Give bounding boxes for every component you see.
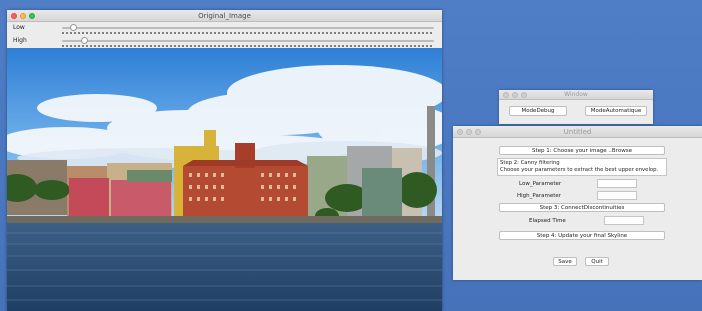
low-slider-ticks [62,32,434,34]
mode-window-titlebar[interactable]: Window [499,90,653,100]
high-parameter-input[interactable] [597,191,637,200]
step2-instructions: Step 2: Canny filtering Choose your para… [497,158,667,176]
stockholm-waterfront-photo [7,48,442,311]
window-title: Window [564,91,588,98]
step4-update-skyline-button[interactable]: Step 4: Update your final Skyline [499,231,665,240]
low-slider-label: Low [13,24,25,31]
elapsed-time-field [604,216,644,225]
step2-title: Step 2: Canny filtering [500,160,560,166]
save-button[interactable]: Save [553,257,577,266]
high-slider[interactable] [62,37,434,44]
mode-window: Window ModeDebug ModeAutomatique [499,90,653,124]
high-slider-row: High [7,35,442,48]
untitled-window: Untitled Step 1: Choose your image ..Bro… [453,126,702,280]
high-slider-knob[interactable] [80,37,88,44]
low-slider-knob[interactable] [69,24,77,31]
high-parameter-label: High_Parameter [517,193,562,199]
window-title: Untitled [563,128,592,136]
low-parameter-label: Low_Parameter [519,181,562,187]
low-parameter-input[interactable] [597,179,637,188]
elapsed-time-label: Elapsed Time [529,218,566,224]
step3-connect-button[interactable]: Step 3: ConnectDiscontinuities [499,203,665,212]
mode-debug-button[interactable]: ModeDebug [509,106,567,116]
window-title: Original_Image [198,12,251,20]
high-slider-ticks [62,45,434,47]
step2-description: Choose your parameters to extract the be… [500,167,659,173]
original-image-titlebar[interactable]: Original_Image [7,10,442,22]
untitled-window-titlebar[interactable]: Untitled [453,126,702,138]
quit-button[interactable]: Quit [585,257,609,266]
mode-automatique-button[interactable]: ModeAutomatique [585,106,647,116]
step1-browse-button[interactable]: Step 1: Choose your image ..Browse [499,146,665,155]
high-slider-label: High [13,37,27,44]
original-image-window: Original_Image Low High [7,10,442,311]
low-slider-row: Low [7,22,442,35]
low-slider[interactable] [62,24,434,31]
